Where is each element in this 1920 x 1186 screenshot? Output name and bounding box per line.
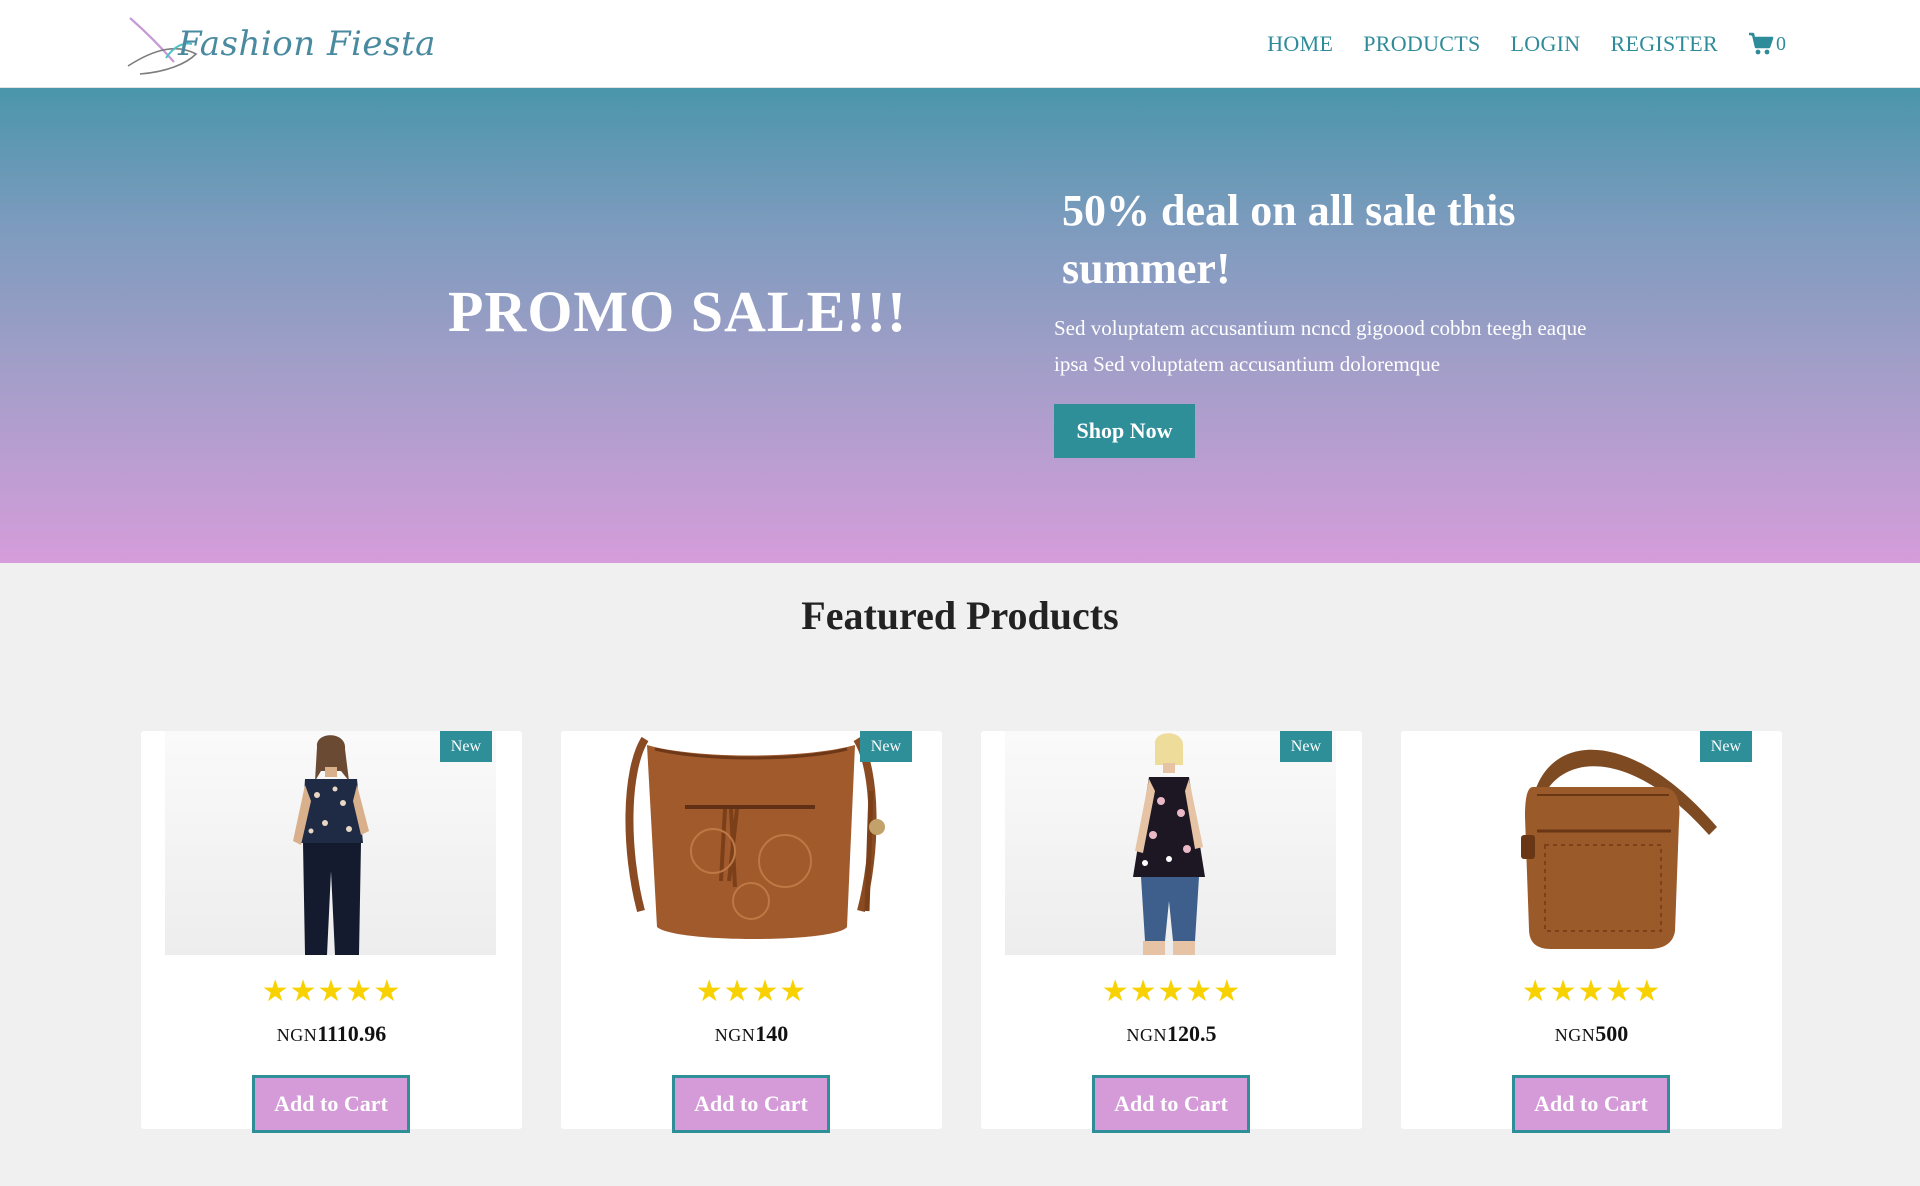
new-badge: New xyxy=(859,731,912,762)
brown-leather-bucket-bag-image xyxy=(625,736,885,939)
new-badge: New xyxy=(439,731,492,762)
product-price: NGN500 xyxy=(1401,1021,1782,1047)
rating-stars: ★★★★★ xyxy=(1101,974,1242,1009)
product-image[interactable]: New xyxy=(165,731,496,955)
add-to-cart-button[interactable]: Add to Cart xyxy=(1512,1075,1670,1133)
add-to-cart-button[interactable]: Add to Cart xyxy=(672,1075,830,1133)
price-currency: NGN xyxy=(1126,1025,1167,1045)
cart-count: 0 xyxy=(1776,32,1786,55)
product-card[interactable]: New ★★★★★ NGN120.5 Add to Cart xyxy=(981,731,1362,1133)
cart-link[interactable]: 0 xyxy=(1748,32,1786,56)
shop-now-button[interactable]: Shop Now xyxy=(1054,404,1195,458)
price-currency: NGN xyxy=(276,1025,318,1045)
new-badge: New xyxy=(1279,731,1332,762)
woman-floral-top-image xyxy=(293,735,369,955)
product-card[interactable]: New ★★★★ NGN140 Add to Cart xyxy=(561,731,942,1133)
nav-products[interactable]: PRODUCTS xyxy=(1363,31,1480,57)
promo-title: PROMO SALE!!! xyxy=(448,279,908,344)
price-currency: NGN xyxy=(1554,1025,1596,1045)
add-to-cart-button[interactable]: Add to Cart xyxy=(252,1075,410,1133)
add-to-cart-button[interactable]: Add to Cart xyxy=(1092,1075,1250,1133)
deal-title: 50% deal on all sale this summer! xyxy=(1062,186,1516,293)
site-header: Fashion Fiesta HOME PRODUCTS LOGIN REGIS… xyxy=(0,0,1920,88)
price-amount: 120.5 xyxy=(1167,1021,1217,1046)
new-badge: New xyxy=(1699,731,1752,762)
price-amount: 140 xyxy=(755,1021,789,1046)
featured-products-heading: Featured Products xyxy=(0,592,1920,639)
deal-description: Sed voluptatem accusantium ncncd gigoood… xyxy=(1054,316,1587,376)
rating-stars: ★★★★★ xyxy=(1521,974,1662,1009)
product-image[interactable]: New xyxy=(1425,731,1756,955)
page-background xyxy=(0,1140,1920,1186)
price-currency: NGN xyxy=(714,1025,756,1045)
nav-home[interactable]: HOME xyxy=(1267,31,1333,57)
nav-register[interactable]: REGISTER xyxy=(1610,31,1718,57)
rating-stars: ★★★★★ xyxy=(261,974,402,1009)
product-image[interactable]: New xyxy=(585,731,916,955)
brand-name: Fashion Fiesta xyxy=(178,24,436,64)
price-amount: 1110.96 xyxy=(317,1021,387,1046)
woman-floral-halter-top-image xyxy=(1133,733,1205,955)
main-nav: HOME PRODUCTS LOGIN REGISTER 0 xyxy=(1267,26,1786,62)
product-price: NGN140 xyxy=(561,1021,942,1047)
product-card[interactable]: New ★★★★★ NGN1110.96 Add to Cart xyxy=(141,731,522,1133)
product-image[interactable]: New xyxy=(1005,731,1336,955)
brown-crossbody-bag-image xyxy=(1521,749,1717,949)
shopping-cart-icon xyxy=(1749,32,1774,55)
promo-hero: PROMO SALE!!! 50% deal on all sale this … xyxy=(0,88,1920,563)
product-price: NGN120.5 xyxy=(981,1021,1362,1047)
rating-stars: ★★★★ xyxy=(695,974,808,1009)
featured-title-bold: Products xyxy=(966,593,1119,638)
price-amount: 500 xyxy=(1595,1021,1629,1046)
brand-logo[interactable]: Fashion Fiesta xyxy=(126,14,435,76)
product-card[interactable]: New ★★★★★ NGN500 Add to Cart xyxy=(1401,731,1782,1133)
featured-title-light: Featured xyxy=(801,593,957,638)
nav-login[interactable]: LOGIN xyxy=(1511,31,1581,57)
product-price: NGN1110.96 xyxy=(141,1021,522,1047)
